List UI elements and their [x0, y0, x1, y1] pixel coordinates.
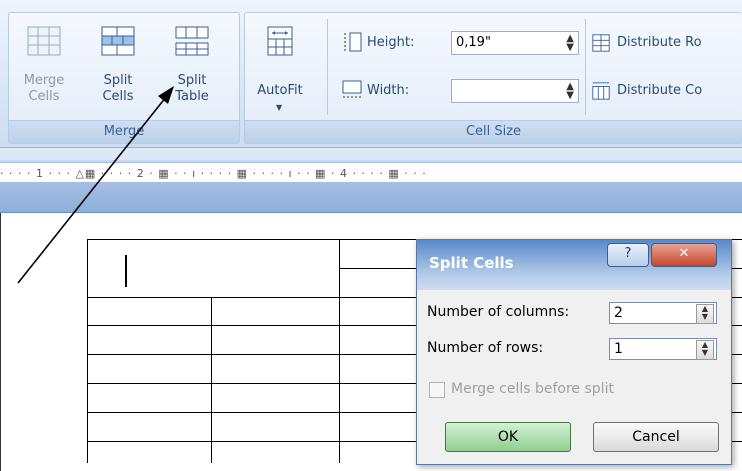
split-table-label: Split Table	[175, 73, 209, 104]
cell-size-group-label: Cell Size	[245, 120, 742, 143]
split-table-button[interactable]: Split Table	[163, 19, 221, 115]
autofit-dropdown-icon: ▼	[276, 103, 283, 112]
autofit-button[interactable]: AutoFit ▼	[251, 19, 309, 115]
table-border	[339, 239, 340, 463]
rows-spinner-icon[interactable]: ▲ ▼	[696, 340, 714, 360]
split-cells-dialog: Split Cells ? ✕ Number of columns: 2 ▲ ▼ …	[416, 239, 732, 465]
close-icon: ✕	[678, 246, 690, 261]
merge-checkbox-label: Merge cells before split	[451, 381, 614, 397]
horizontal-ruler[interactable]: · · · · 1 · · · △▦ · · · · 2 · ▦ · · ı ·…	[0, 162, 742, 183]
text-cursor	[125, 255, 127, 287]
column-width-icon	[342, 80, 362, 98]
dialog-title-bar[interactable]: Split Cells ? ✕	[417, 240, 731, 290]
columns-label: Number of columns:	[427, 304, 570, 320]
ruler: · · · · 1 · · · △▦ · · · · 2 · ▦ · · ı ·…	[0, 148, 742, 183]
merge-group-label: Merge	[9, 120, 239, 143]
distribute-columns-icon	[592, 82, 610, 100]
dialog-title: Split Cells	[429, 254, 514, 272]
ribbon: Merge Cells Split Cells Split Table Merg…	[0, 0, 742, 148]
split-cells-icon	[101, 26, 135, 56]
columns-value: 2	[614, 305, 623, 321]
cancel-button[interactable]: Cancel	[593, 422, 719, 452]
table-border	[211, 297, 212, 463]
help-button[interactable]: ?	[607, 243, 649, 267]
document-header-bar	[0, 182, 742, 213]
ruler-top-strip	[0, 148, 742, 160]
rows-input[interactable]: 1 ▲ ▼	[609, 338, 717, 360]
separator	[585, 19, 586, 115]
cell-size-group: AutoFit ▼ Height: 0,19" ▲ ▼ Width: ▲ ▼ D…	[244, 12, 742, 144]
merge-cells-icon	[27, 26, 61, 56]
columns-spinner-icon[interactable]: ▲ ▼	[696, 304, 714, 324]
distribute-columns-button[interactable]: Distribute Co	[617, 83, 702, 98]
height-input[interactable]: 0,19" ▲ ▼	[451, 31, 579, 55]
cancel-label: Cancel	[632, 429, 680, 445]
ok-button[interactable]: OK	[445, 422, 571, 452]
height-spinner-icon[interactable]: ▲ ▼	[566, 34, 574, 53]
ok-label: OK	[497, 429, 519, 445]
width-input[interactable]: ▲ ▼	[451, 79, 579, 103]
autofit-label: AutoFit	[257, 83, 303, 98]
merge-checkbox[interactable]	[429, 382, 445, 398]
row-height-icon	[344, 32, 362, 52]
help-icon: ?	[624, 246, 632, 261]
merge-cells-button[interactable]: Merge Cells	[15, 19, 73, 115]
split-table-icon	[175, 26, 209, 56]
split-cells-button[interactable]: Split Cells	[89, 19, 147, 115]
height-label: Height:	[367, 35, 415, 50]
merge-cells-label: Merge Cells	[23, 73, 65, 104]
rows-label: Number of rows:	[427, 340, 544, 356]
separator	[327, 19, 328, 115]
ruler-marks: · · · · 1 · · · △▦ · · · · 2 · ▦ · · ı ·…	[0, 167, 427, 180]
height-value: 0,19"	[456, 35, 491, 50]
autofit-icon	[267, 26, 293, 56]
width-spinner-icon[interactable]: ▲ ▼	[566, 82, 574, 101]
distribute-rows-button[interactable]: Distribute Ro	[617, 35, 702, 50]
width-label: Width:	[367, 83, 410, 98]
rows-value: 1	[614, 341, 623, 357]
table-border	[87, 239, 88, 463]
columns-input[interactable]: 2 ▲ ▼	[609, 302, 717, 324]
close-button[interactable]: ✕	[651, 243, 717, 267]
split-cells-label: Split Cells	[102, 73, 134, 104]
distribute-rows-icon	[592, 34, 610, 52]
merge-group: Merge Cells Split Cells Split Table Merg…	[8, 12, 240, 144]
